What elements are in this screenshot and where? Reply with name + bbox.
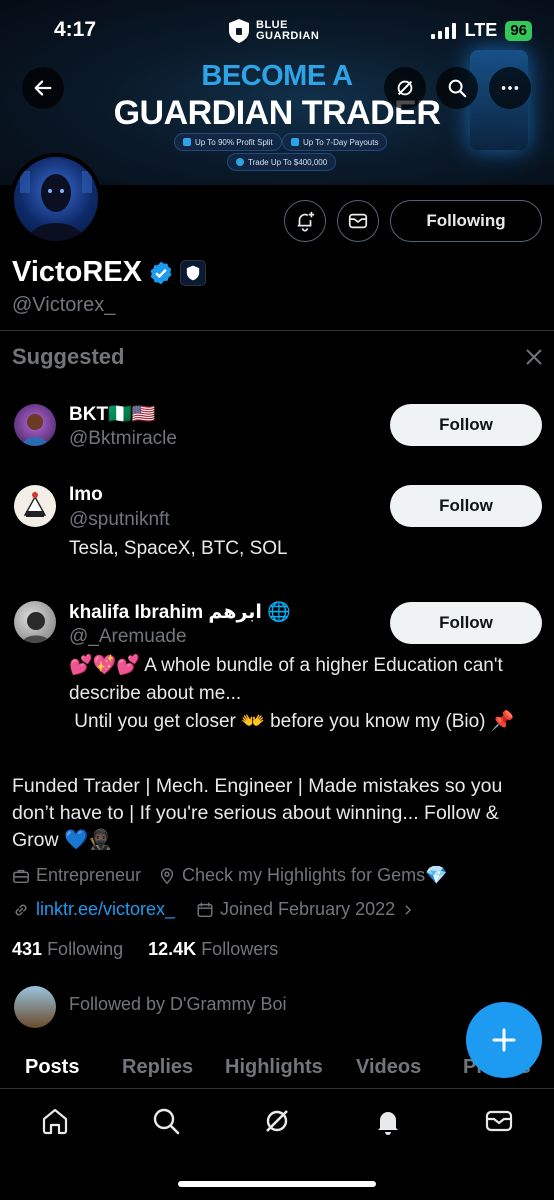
affiliate-badge-icon [180, 259, 207, 286]
notify-button[interactable] [284, 200, 326, 242]
compose-button[interactable] [466, 1002, 542, 1078]
bell-icon [378, 1112, 398, 1135]
suggestion-bio: Tesla, SpaceX, BTC, SOL [69, 538, 288, 559]
banner-pill-profit: Up To 90% Profit Split [174, 133, 282, 151]
suggestion-name[interactable]: khalifa Ibrahim ابرهم 🌐 [69, 600, 291, 624]
profile-handle: @Victorex_ [12, 294, 116, 316]
suggestion-handle[interactable]: @sputniknft [69, 509, 170, 531]
close-icon [526, 349, 542, 365]
dismiss-suggested-button[interactable] [524, 347, 544, 372]
home-indicator [178, 1181, 376, 1187]
suggestion-avatar[interactable] [14, 485, 56, 527]
follow-button[interactable]: Follow [390, 602, 542, 644]
search-icon [448, 79, 467, 98]
briefcase-icon [13, 869, 29, 883]
banner-pill-payouts: Up To 7-Day Payouts [282, 133, 388, 151]
profile-counts: 431 Following 12.4K Followers [12, 939, 278, 960]
suggestion-bio-line: Until you get closer 👐 before you know m… [69, 711, 515, 732]
followed-by-text[interactable]: Followed by D'Grammy Boi [69, 994, 287, 1015]
status-indicators: LTE 96 [430, 20, 532, 41]
suggestion-name[interactable]: BKT🇳🇬🇺🇸 [69, 402, 155, 426]
profile-link-url[interactable]: linktr.ee/victorex_ [36, 899, 175, 920]
envelope-icon [485, 1110, 513, 1132]
profile-joined[interactable]: Joined February 2022 [196, 899, 415, 920]
battery-indicator: 96 [505, 20, 532, 41]
shield-logo-icon [229, 19, 249, 43]
back-button[interactable] [22, 67, 64, 109]
profile-name-row: VictoREX [12, 256, 207, 289]
banner-logo: BLUE GUARDIAN [228, 18, 319, 44]
suggestion-bio: 💕💖💕 A whole bundle of a higher Education… [69, 652, 549, 736]
suggestion-name[interactable]: Imo [69, 484, 103, 506]
arrow-left-icon [34, 80, 52, 96]
section-divider [0, 330, 554, 331]
profile-bio: Funded Trader | Mech. Engineer | Made mi… [12, 775, 503, 851]
nav-grok[interactable] [262, 1106, 292, 1141]
suggested-title: Suggested [12, 344, 125, 369]
more-horizontal-icon [501, 86, 519, 90]
grok-icon [266, 1110, 288, 1132]
profile-link[interactable]: linktr.ee/victorex_ [12, 899, 175, 920]
tab-posts[interactable]: Posts [25, 1056, 79, 1079]
calendar-icon [197, 902, 213, 917]
envelope-icon [348, 213, 368, 229]
suggestion-avatar[interactable] [14, 601, 56, 643]
banner-brand-line2: GUARDIAN [256, 30, 320, 42]
profile-name: VictoREX [12, 256, 143, 288]
nav-messages[interactable] [484, 1106, 514, 1141]
search-icon [153, 1108, 180, 1135]
profile-avatar[interactable] [10, 153, 102, 245]
follow-button[interactable]: Follow [390, 485, 542, 527]
profile-category-label: Entrepreneur [36, 865, 142, 885]
banner-pill-trade: Trade Up To $400,000 [227, 153, 337, 171]
chevron-right-icon [405, 904, 412, 915]
followers-count-link[interactable]: 12.4K Followers [148, 939, 278, 959]
suggestion-bio-line: 💕💖💕 A whole bundle of a higher Education… [69, 655, 503, 676]
grok-button[interactable] [384, 67, 426, 109]
plus-icon [492, 1028, 516, 1052]
tab-highlights[interactable]: Highlights [225, 1056, 323, 1079]
more-button[interactable] [489, 67, 531, 109]
signal-icon [430, 22, 456, 39]
follow-button[interactable]: Follow [390, 404, 542, 446]
message-button[interactable] [337, 200, 379, 242]
following-count-link[interactable]: 431 Following [12, 939, 123, 959]
network-label: LTE [464, 20, 498, 40]
home-icon [42, 1108, 68, 1135]
profile-avatar-image [20, 171, 92, 241]
grok-icon [397, 80, 413, 96]
nav-notifications[interactable] [373, 1106, 403, 1141]
profile-location: Check my Highlights for Gems💎 [158, 865, 447, 886]
nav-home[interactable] [40, 1106, 70, 1141]
search-button[interactable] [436, 67, 478, 109]
nav-search[interactable] [151, 1106, 181, 1141]
tab-videos[interactable]: Videos [356, 1056, 421, 1079]
profile-category: Entrepreneur [12, 865, 141, 886]
followed-by-avatar[interactable] [14, 986, 56, 1028]
profile-location-label: Check my Highlights for Gems💎 [182, 865, 448, 885]
suggestion-handle[interactable]: @_Aremuade [69, 626, 187, 648]
verified-badge-icon [150, 261, 172, 284]
status-time: 4:17 [54, 18, 97, 41]
suggestion-handle[interactable]: @Bktmiracle [69, 428, 177, 450]
profile-joined-label: Joined February 2022 [220, 899, 396, 919]
link-icon [15, 904, 27, 915]
location-pin-icon [160, 867, 174, 884]
suggestion-avatar[interactable] [14, 404, 56, 446]
bell-plus-icon [297, 211, 315, 232]
suggestion-bio-line: describe about me... [69, 683, 242, 704]
following-button[interactable]: Following [390, 200, 542, 242]
tab-replies[interactable]: Replies [122, 1056, 193, 1079]
